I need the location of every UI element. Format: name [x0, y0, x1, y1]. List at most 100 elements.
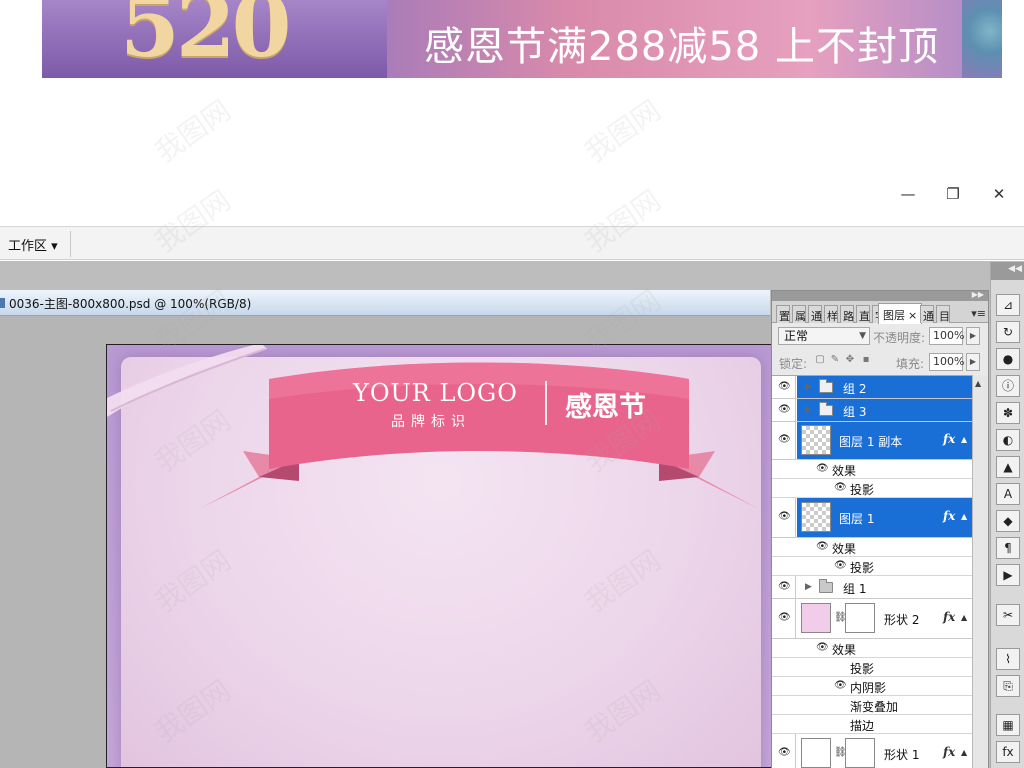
- expand-effects-icon[interactable]: ▲: [961, 748, 967, 757]
- fx-badge-icon[interactable]: fx: [943, 432, 955, 446]
- blend-mode-select[interactable]: 正常 ▼: [778, 327, 870, 345]
- panel-menu-icon[interactable]: ▾≡: [971, 307, 986, 320]
- fill-arrow-icon[interactable]: ▶: [966, 353, 980, 371]
- visibility-toggle[interactable]: 👁: [772, 376, 796, 398]
- opacity-arrow-icon[interactable]: ▶: [966, 327, 980, 345]
- fill-input[interactable]: 100%: [929, 353, 964, 371]
- fx-badge-icon[interactable]: fx: [943, 745, 955, 759]
- layer-row-shape-1[interactable]: 👁 ⛓ 形状 1 fx ▲: [772, 734, 972, 768]
- layer-row-group-1[interactable]: 👁 ▶ 组 1: [772, 576, 972, 599]
- tab-collapsed-6[interactable]: 直: [856, 305, 870, 323]
- collapse-icon[interactable]: ◀◀: [1008, 264, 1022, 274]
- close-button[interactable]: ✕: [987, 182, 1011, 206]
- panel-tab-bar: 置 属 通 样 路 直 字 图层× 通 目 ▾≡: [772, 301, 988, 324]
- visibility-toggle[interactable]: 👁: [772, 599, 796, 638]
- effect-item[interactable]: 渐变叠加: [772, 696, 972, 715]
- eye-icon[interactable]: 👁: [834, 680, 847, 691]
- eye-icon[interactable]: 👁: [816, 463, 829, 474]
- expand-arrow-icon[interactable]: ▶: [805, 382, 812, 392]
- styles-icon[interactable]: ◐: [996, 429, 1020, 451]
- eye-icon: 👁: [778, 404, 791, 415]
- layer-row-main[interactable]: 图层 1 fx ▲: [797, 498, 972, 537]
- visibility-toggle[interactable]: 👁: [772, 422, 796, 459]
- history-icon[interactable]: ↻: [996, 321, 1020, 343]
- expand-effects-icon[interactable]: ▲: [961, 613, 967, 622]
- tools-icon[interactable]: ✂: [996, 604, 1020, 626]
- effects-header[interactable]: 👁 效果: [772, 460, 972, 479]
- layer-row-layer-1[interactable]: 👁 图层 1 fx ▲: [772, 498, 972, 538]
- effect-item[interactable]: 👁 内阴影: [772, 677, 972, 696]
- layer-row-main[interactable]: ▶ 组 2: [797, 376, 972, 398]
- histogram-icon[interactable]: ▲: [996, 456, 1020, 478]
- eye-icon[interactable]: 👁: [816, 642, 829, 653]
- layer-row-main[interactable]: ▶ 组 1: [797, 576, 972, 598]
- tab-collapsed-8[interactable]: 通: [920, 305, 934, 323]
- visibility-toggle[interactable]: 👁: [772, 498, 796, 537]
- info-icon[interactable]: ⓘ: [996, 375, 1020, 397]
- vector-mask-thumbnail: [845, 603, 875, 633]
- panel-expand-icon[interactable]: ▶▶: [972, 290, 984, 299]
- layer-row-group-3[interactable]: 👁 ▶ 组 3: [772, 399, 972, 422]
- layer-row-main[interactable]: ⛓ 形状 2 fx ▲: [797, 599, 972, 638]
- layer-row-main[interactable]: ▶ 组 3: [797, 399, 972, 421]
- effect-item[interactable]: 投影: [772, 658, 972, 677]
- tab-collapsed-9[interactable]: 目: [936, 305, 950, 323]
- fx-badge-icon[interactable]: fx: [943, 509, 955, 523]
- expand-arrow-icon[interactable]: ▶: [805, 405, 812, 415]
- grid-icon[interactable]: ▦: [996, 714, 1020, 736]
- expand-effects-icon[interactable]: ▲: [961, 512, 967, 521]
- layer-row-group-2[interactable]: 👁 ▶ 组 2: [772, 376, 972, 399]
- clone-source-icon[interactable]: ⎘: [996, 675, 1020, 697]
- visibility-toggle[interactable]: 👁: [772, 576, 796, 598]
- layer-row-main[interactable]: 图层 1 副本 fx ▲: [797, 422, 972, 459]
- banner-headline: 感恩节满288减58 上不封顶: [424, 24, 939, 70]
- effect-item[interactable]: 👁 投影: [772, 557, 972, 576]
- document-tab[interactable]: 0036-主图-800x800.psd @ 100%(RGB/8): [0, 290, 770, 316]
- lock-transparency-icon[interactable]: ▢: [814, 354, 826, 366]
- eye-icon: 👁: [778, 511, 791, 522]
- layers-icon[interactable]: ◆: [996, 510, 1020, 532]
- brush-icon[interactable]: ⌇: [996, 648, 1020, 670]
- lock-pixels-icon[interactable]: ✎: [829, 354, 841, 366]
- color-icon[interactable]: ●: [996, 348, 1020, 370]
- character-icon[interactable]: A: [996, 483, 1020, 505]
- visibility-toggle[interactable]: 👁: [772, 399, 796, 421]
- paragraph-icon[interactable]: ¶: [996, 537, 1020, 559]
- actions-icon[interactable]: ▶: [996, 564, 1020, 586]
- workspace-dropdown[interactable]: 工作区 ▾: [8, 235, 58, 254]
- effect-item[interactable]: 👁 投影: [772, 479, 972, 498]
- visibility-toggle[interactable]: 👁: [772, 734, 796, 768]
- opacity-input[interactable]: 100%: [929, 327, 964, 345]
- effect-item[interactable]: 描边: [772, 715, 972, 734]
- restore-button[interactable]: ❐: [941, 182, 965, 206]
- minimize-button[interactable]: —: [896, 182, 920, 206]
- scroll-up-icon[interactable]: ▲: [975, 379, 981, 388]
- tab-collapsed-5[interactable]: 路: [840, 305, 854, 323]
- tab-collapsed-3[interactable]: 通: [808, 305, 822, 323]
- layer-row-layer-1-copy[interactable]: 👁 图层 1 副本 fx ▲: [772, 422, 972, 460]
- eye-icon[interactable]: 👁: [816, 541, 829, 552]
- expand-effects-icon[interactable]: ▲: [961, 435, 967, 444]
- panel-grip[interactable]: ▶▶: [772, 290, 988, 301]
- layer-row-main[interactable]: ⛓ 形状 1 fx ▲: [797, 734, 972, 768]
- layers-scrollbar[interactable]: ▲: [972, 375, 988, 768]
- swatches-icon[interactable]: ✽: [996, 402, 1020, 424]
- fx-badge-icon[interactable]: fx: [943, 610, 955, 624]
- artwork-canvas[interactable]: YOUR LOGO 品牌标识 感恩节: [106, 344, 772, 768]
- tab-close-icon[interactable]: ×: [908, 309, 917, 322]
- dock-header[interactable]: ◀◀: [991, 262, 1024, 280]
- expand-arrow-icon[interactable]: ▶: [805, 582, 812, 592]
- tab-collapsed-2[interactable]: 属: [792, 305, 806, 323]
- layer-row-shape-2[interactable]: 👁 ⛓ 形状 2 fx ▲: [772, 599, 972, 639]
- effects-header[interactable]: 👁 效果: [772, 639, 972, 658]
- lock-position-icon[interactable]: ✥: [844, 354, 856, 366]
- fx-icon[interactable]: fx: [996, 741, 1020, 763]
- eye-icon[interactable]: 👁: [834, 560, 847, 571]
- tab-collapsed-1[interactable]: 置: [776, 305, 790, 323]
- navigator-icon[interactable]: ⊿: [996, 294, 1020, 316]
- tab-collapsed-4[interactable]: 样: [824, 305, 838, 323]
- eye-icon[interactable]: 👁: [834, 482, 847, 493]
- tab-layers[interactable]: 图层 ×: [878, 303, 923, 324]
- effects-header[interactable]: 👁 效果: [772, 538, 972, 557]
- lock-all-icon[interactable]: ▪: [860, 354, 872, 366]
